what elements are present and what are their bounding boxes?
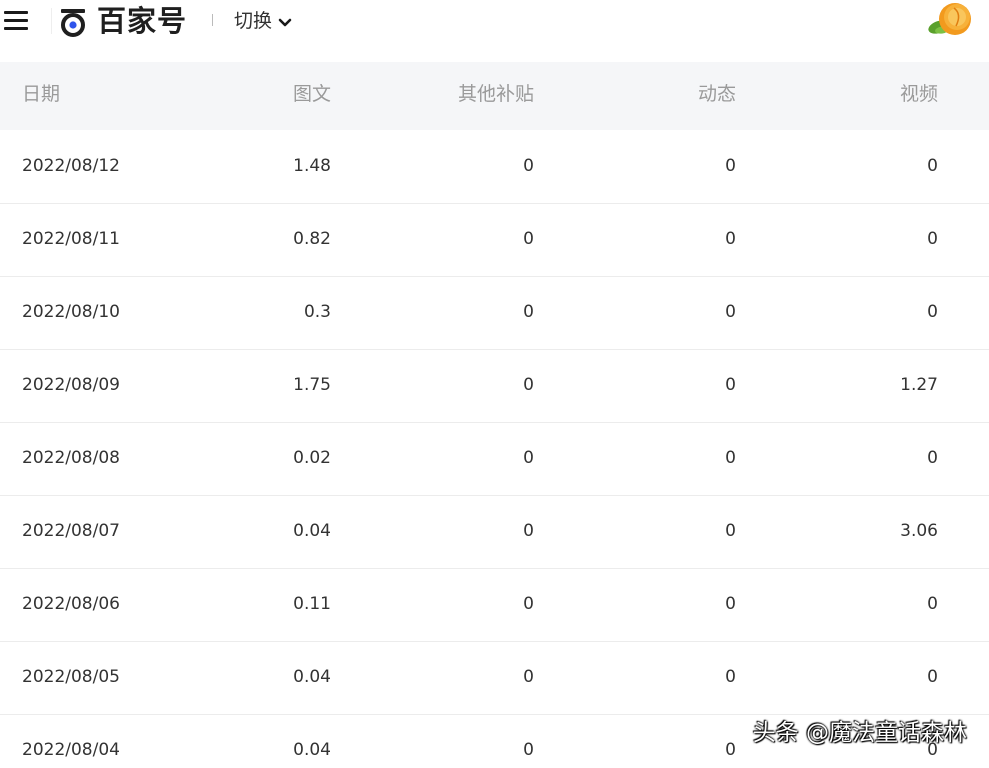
baijiahao-logo-icon <box>61 9 85 37</box>
cell-other-subsidy: 0 <box>523 302 534 322</box>
cell-video: 1.27 <box>900 375 938 395</box>
cell-date: 2022/08/12 <box>22 156 120 176</box>
divider <box>51 8 52 34</box>
switch-button[interactable]: 切换 <box>234 8 292 34</box>
column-header-moments[interactable]: 动态 <box>698 62 736 130</box>
cell-moments: 0 <box>725 667 736 687</box>
cell-other-subsidy: 0 <box>523 740 534 760</box>
table-row: 2022/08/07 0.04 0 0 3.06 <box>0 496 989 569</box>
table-row: 2022/08/11 0.82 0 0 0 <box>0 204 989 277</box>
cell-other-subsidy: 0 <box>523 667 534 687</box>
cell-moments: 0 <box>725 448 736 468</box>
cell-moments: 0 <box>725 594 736 614</box>
cell-article: 0.02 <box>293 448 331 468</box>
column-header-date[interactable]: 日期 <box>22 62 60 130</box>
cell-other-subsidy: 0 <box>523 448 534 468</box>
chevron-down-icon <box>278 18 292 27</box>
page: 百家号 切换 日期 图文 其他补贴 动态 视频 2022/08/12 1.48 … <box>0 0 989 768</box>
brand-name: 百家号 <box>97 4 188 38</box>
cell-moments: 0 <box>725 740 736 760</box>
cell-article: 0.82 <box>293 229 331 249</box>
cell-date: 2022/08/04 <box>22 740 120 760</box>
cell-date: 2022/08/10 <box>22 302 120 322</box>
cell-date: 2022/08/05 <box>22 667 120 687</box>
cell-moments: 0 <box>725 302 736 322</box>
cell-moments: 0 <box>725 521 736 541</box>
cell-date: 2022/08/11 <box>22 229 120 249</box>
cell-article: 1.75 <box>293 375 331 395</box>
cell-article: 0.04 <box>293 667 331 687</box>
cell-date: 2022/08/08 <box>22 448 120 468</box>
divider <box>212 14 213 26</box>
cell-other-subsidy: 0 <box>523 521 534 541</box>
column-header-video[interactable]: 视频 <box>900 62 938 130</box>
cell-article: 0.3 <box>303 302 331 322</box>
table-row: 2022/08/08 0.02 0 0 0 <box>0 423 989 496</box>
cell-other-subsidy: 0 <box>523 375 534 395</box>
cell-article: 0.04 <box>293 521 331 541</box>
cell-video: 0 <box>927 302 938 322</box>
table-row: 2022/08/12 1.48 0 0 0 <box>0 131 989 204</box>
cell-video: 3.06 <box>900 521 938 541</box>
cell-video: 0 <box>927 594 938 614</box>
cell-video: 0 <box>927 448 938 468</box>
cell-video: 0 <box>927 156 938 176</box>
table-row: 2022/08/09 1.75 0 0 1.27 <box>0 350 989 423</box>
cell-video: 0 <box>927 667 938 687</box>
watermark: 头条 @魔法童话森林 <box>752 720 967 746</box>
cell-article: 1.48 <box>293 156 331 176</box>
table-row: 2022/08/10 0.3 0 0 0 <box>0 277 989 350</box>
column-header-other-subsidy[interactable]: 其他补贴 <box>458 62 534 130</box>
hamburger-menu-icon[interactable] <box>4 11 30 33</box>
cell-date: 2022/08/09 <box>22 375 120 395</box>
top-bar: 百家号 切换 <box>0 0 989 62</box>
cell-moments: 0 <box>725 229 736 249</box>
cell-moments: 0 <box>725 375 736 395</box>
table-row: 2022/08/05 0.04 0 0 0 <box>0 642 989 715</box>
switch-label: 切换 <box>234 10 273 32</box>
column-header-article[interactable]: 图文 <box>293 62 331 130</box>
cell-article: 0.04 <box>293 740 331 760</box>
cell-date: 2022/08/07 <box>22 521 120 541</box>
table-header: 日期 图文 其他补贴 动态 视频 <box>0 62 989 130</box>
cell-moments: 0 <box>725 156 736 176</box>
cell-video: 0 <box>927 229 938 249</box>
table-row: 2022/08/06 0.11 0 0 0 <box>0 569 989 642</box>
cell-other-subsidy: 0 <box>523 156 534 176</box>
cell-other-subsidy: 0 <box>523 594 534 614</box>
cell-other-subsidy: 0 <box>523 229 534 249</box>
user-avatar[interactable] <box>926 0 974 42</box>
cell-article: 0.11 <box>293 594 331 614</box>
cell-date: 2022/08/06 <box>22 594 120 614</box>
